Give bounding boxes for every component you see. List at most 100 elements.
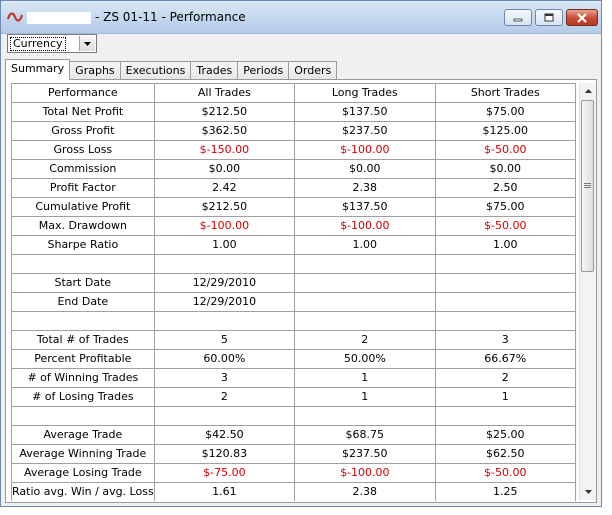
minimize-button[interactable] <box>504 9 532 26</box>
close-button[interactable] <box>566 9 598 26</box>
table-row: # of Losing Trades 2 1 1 <box>12 387 576 407</box>
chevron-down-icon[interactable] <box>79 36 95 51</box>
tab-orders[interactable]: Orders <box>288 61 338 80</box>
table-row: Commission $0.00 $0.00 $0.00 <box>12 159 576 179</box>
metric-value: $-100.00 <box>294 216 436 236</box>
scroll-down-button[interactable] <box>580 484 596 500</box>
metric-label: # of Winning Trades <box>12 368 155 388</box>
table-row: Gross Loss $-150.00 $-100.00 $-50.00 <box>12 140 576 160</box>
metric-value: 2.38 <box>294 178 436 198</box>
metric-value: $75.00 <box>435 197 576 217</box>
metric-value: 3 <box>154 368 296 388</box>
currency-dropdown[interactable]: Currency <box>7 34 97 53</box>
metric-value: $-75.00 <box>154 463 296 483</box>
metric-value: 12/29/2010 <box>154 273 296 293</box>
metric-value: 1.00 <box>435 235 576 255</box>
metric-label: Profit Factor <box>12 178 155 198</box>
metric-value <box>435 292 576 312</box>
metric-value: $0.00 <box>154 159 296 179</box>
table-row: Total # of Trades 5 2 3 <box>12 330 576 350</box>
minimize-icon <box>513 18 523 21</box>
metric-value: $0.00 <box>294 159 436 179</box>
table-row: Percent Profitable 60.00% 50.00% 66.67% <box>12 349 576 369</box>
metric-value: $-100.00 <box>154 216 296 236</box>
table-row <box>12 254 576 274</box>
metric-label: Percent Profitable <box>12 349 155 369</box>
metric-value: $62.50 <box>435 444 576 464</box>
metric-label <box>12 406 155 426</box>
metric-label: Average Losing Trade <box>12 463 155 483</box>
scroll-up-button[interactable] <box>580 83 596 99</box>
performance-grid: Performance All Trades Long Trades Short Tr… <box>11 83 576 501</box>
metric-value: 3 <box>435 330 576 350</box>
column-header: Performance <box>12 84 155 103</box>
metric-value: 66.67% <box>435 349 576 369</box>
scrollbar-thumb[interactable] <box>581 100 594 272</box>
table-row <box>12 406 576 426</box>
performance-table: Performance All Trades Long Trades Short Tr… <box>12 84 576 501</box>
metric-value: $-50.00 <box>435 463 576 483</box>
metric-value: $0.00 <box>435 159 576 179</box>
metric-value: $237.50 <box>294 444 436 464</box>
metric-label: Max. Drawdown <box>12 216 155 236</box>
table-row: Total Net Profit $212.50 $137.50 $75.00 <box>12 102 576 122</box>
metric-value <box>435 273 576 293</box>
table-row: Average Winning Trade $120.83 $237.50 $62.5… <box>12 444 576 464</box>
summary-panel: Performance All Trades Long Trades Short Tr… <box>5 79 597 503</box>
tab-summary[interactable]: Summary <box>5 59 71 80</box>
metric-value: 1.61 <box>154 482 296 501</box>
table-row: Gross Profit $362.50 $237.50 $125.00 <box>12 121 576 141</box>
metric-value: 1 <box>294 368 436 388</box>
metric-value: 2 <box>294 330 436 350</box>
currency-dropdown-value: Currency <box>10 37 66 51</box>
table-row: End Date 12/29/2010 <box>12 292 576 312</box>
metric-value: 2.42 <box>154 178 296 198</box>
metric-label: Gross Loss <box>12 140 155 160</box>
maximize-icon <box>544 13 554 22</box>
metric-value: 2.38 <box>294 482 436 501</box>
metric-label: Total Net Profit <box>12 102 155 122</box>
metric-value: $212.50 <box>154 197 296 217</box>
metric-value: $137.50 <box>294 102 436 122</box>
tab-executions[interactable]: Executions <box>119 61 192 80</box>
metric-value: $362.50 <box>154 121 296 141</box>
tab-strip: Summary Graphs Executions Trades Periods Orde… <box>5 59 338 80</box>
metric-value <box>435 254 576 274</box>
metric-value: $68.75 <box>294 425 436 445</box>
table-row <box>12 311 576 331</box>
metric-value <box>435 406 576 426</box>
maximize-button[interactable] <box>535 9 563 26</box>
metric-label: Average Winning Trade <box>12 444 155 464</box>
metric-value <box>154 254 296 274</box>
metric-label: Ratio avg. Win / avg. Loss <box>12 482 155 501</box>
metric-value: $212.50 <box>154 102 296 122</box>
grip-icon <box>584 183 591 188</box>
metric-value: $-50.00 <box>435 216 576 236</box>
metric-value: $-100.00 <box>294 140 436 160</box>
metric-value <box>154 406 296 426</box>
metric-value: 1 <box>294 387 436 407</box>
table-row: Sharpe Ratio 1.00 1.00 1.00 <box>12 235 576 255</box>
tab-trades[interactable]: Trades <box>190 61 239 80</box>
tab-graphs[interactable]: Graphs <box>69 61 121 80</box>
metric-value <box>294 406 436 426</box>
metric-value: $-100.00 <box>294 463 436 483</box>
metric-value: $75.00 <box>435 102 576 122</box>
vertical-scrollbar[interactable] <box>579 83 596 500</box>
table-row: Average Losing Trade $-75.00 $-100.00 $-50.… <box>12 463 576 483</box>
metric-value: $237.50 <box>294 121 436 141</box>
tab-periods[interactable]: Periods <box>237 61 290 80</box>
window-title: - ZS 01-11 - Performance <box>95 10 246 24</box>
metric-value: 1.00 <box>294 235 436 255</box>
column-header: Long Trades <box>294 84 436 103</box>
metric-value <box>435 311 576 331</box>
title-bar[interactable]: - ZS 01-11 - Performance <box>1 1 601 34</box>
metric-value: 1.00 <box>154 235 296 255</box>
metric-label: Cumulative Profit <box>12 197 155 217</box>
metric-value <box>294 292 436 312</box>
column-header: Short Trades <box>435 84 576 103</box>
metric-value: $25.00 <box>435 425 576 445</box>
metric-value: $120.83 <box>154 444 296 464</box>
table-row: Profit Factor 2.42 2.38 2.50 <box>12 178 576 198</box>
background-edge <box>602 0 612 515</box>
